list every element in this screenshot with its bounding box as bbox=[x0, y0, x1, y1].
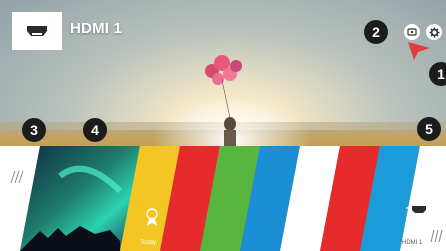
callout-5: 5 bbox=[417, 117, 441, 141]
input-title: HDMI 1 bbox=[70, 20, 123, 37]
more-handle[interactable] bbox=[426, 146, 446, 251]
aurora-preview-tile[interactable] bbox=[20, 146, 140, 251]
input-source-tile[interactable] bbox=[12, 12, 62, 50]
input-icon[interactable] bbox=[404, 24, 420, 40]
pointer-cursor bbox=[408, 42, 430, 60]
input-switch-icon bbox=[407, 28, 417, 36]
hdmi1-tile-label: HDMI 1 bbox=[402, 240, 423, 246]
callout-2: 2 bbox=[364, 20, 388, 44]
tv-screen: HDMI 1 1 2 3 4 5 HDMI 1 Today bbox=[0, 0, 446, 251]
today-tile-label: Today bbox=[140, 240, 157, 246]
gear-icon bbox=[428, 26, 440, 38]
settings-icon[interactable] bbox=[426, 24, 442, 40]
callout-4: 4 bbox=[83, 118, 107, 142]
callout-1: 1 bbox=[429, 62, 446, 86]
callout-3: 3 bbox=[22, 118, 46, 142]
launcher-bar bbox=[0, 146, 446, 251]
hdmi-port-icon bbox=[412, 206, 426, 213]
hdmi-port-icon bbox=[27, 26, 47, 36]
